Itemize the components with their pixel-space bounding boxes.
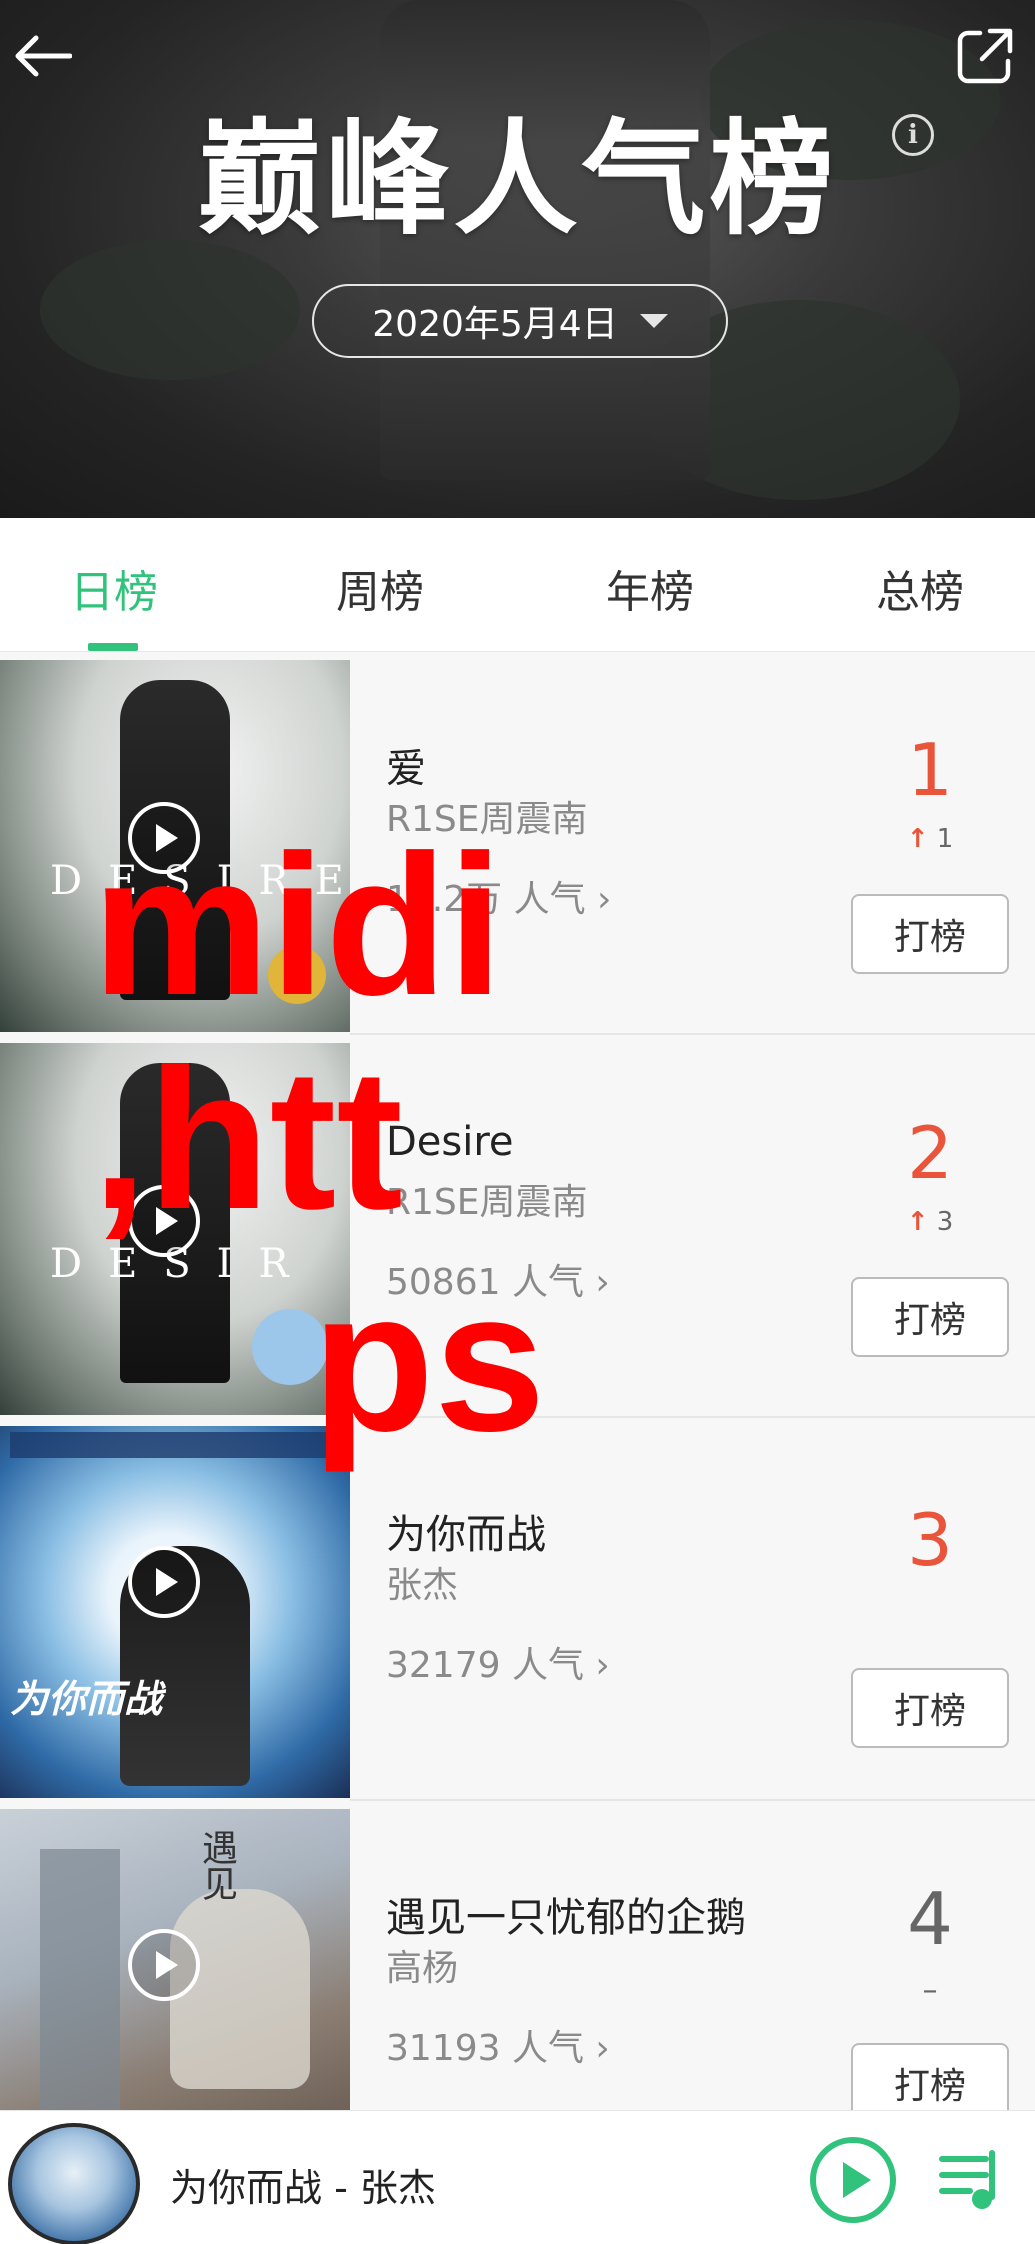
song-title: 爱 [386,746,426,792]
album-cover: DESIR [0,1043,350,1415]
popularity-link[interactable]: 31193 人气 › [386,2019,610,2071]
building-shape [40,1849,120,2149]
vote-button[interactable]: 打榜 [851,894,1009,974]
cover-text: 为你而战 [10,1677,163,1721]
playlist-icon [939,2150,995,2209]
album-cover: 为你而战 [0,1426,350,1798]
arrow-up-icon: ↑ [906,1207,929,1237]
song-artist: R1SE周震南 [386,1182,588,1223]
cover-text: 遇见 [196,1829,237,1901]
popularity-count: 31193 人气 [386,2028,584,2069]
rank-number: 3 [907,1498,953,1582]
rank-number: 4 [907,1877,953,1961]
artist-figure [170,1889,310,2089]
tab-yearly[interactable]: 年榜 [606,556,694,620]
play-icon[interactable] [128,802,200,874]
mini-player[interactable]: 为你而战 - 张杰 [0,2110,1035,2244]
tab-bar: 日榜 周榜 年榜 总榜 [0,518,1035,652]
popularity-link[interactable]: 13.2万 人气 › [386,870,611,922]
badge-icon [252,1309,328,1385]
cover-header-strip [10,1432,340,1458]
song-artist: 张杰 [386,1565,459,1606]
arrow-up-icon: ↑ [906,824,929,854]
cover-text: DESIRE [50,858,350,904]
play-icon[interactable] [128,1929,200,2001]
song-artist: R1SE周震南 [386,799,588,840]
popularity-link[interactable]: 50861 人气 › [386,1253,610,1305]
play-button[interactable] [810,2137,896,2223]
rank-number: 2 [907,1111,953,1195]
info-icon[interactable]: i [892,114,934,156]
page-title: 巅峰人气榜 [197,108,838,252]
popularity-count: 13.2万 人气 [386,879,586,920]
album-cover: DESIRE [0,660,350,1032]
now-playing-cover[interactable] [8,2123,140,2244]
rank-change-value: 1 [936,824,954,854]
foliage-decoration [40,240,300,380]
header-banner: 巅峰人气榜 i 2020年5月4日 [0,0,1035,518]
date-selector[interactable]: 2020年5月4日 [312,284,728,358]
popularity-count: 32179 人气 [386,1645,584,1686]
chevron-down-icon [639,314,668,328]
share-icon [957,28,1013,84]
song-artist: 高杨 [386,1948,459,1989]
back-arrow-icon [15,35,72,77]
list-item[interactable]: DESIRE 爱 R1SE周震南 13.2万 人气 › 1 ↑ 1 打榜 [0,652,1035,1035]
popularity-count: 50861 人气 [386,1262,584,1303]
rank-change-value: 3 [936,1207,954,1237]
badge-icon [268,946,326,1004]
tab-daily[interactable]: 日榜 [70,556,158,620]
play-icon[interactable] [128,1546,200,1618]
active-tab-indicator [88,643,138,651]
tab-overall[interactable]: 总榜 [876,556,964,620]
vote-button[interactable]: 打榜 [851,1668,1009,1748]
vote-button[interactable]: 打榜 [851,1277,1009,1357]
rank-change: ↑ 3 [850,1207,1010,1237]
tab-weekly[interactable]: 周榜 [336,556,424,620]
list-item[interactable]: DESIR Desire R1SE周震南 50861 人气 › 2 ↑ 3 打榜 [0,1035,1035,1418]
popularity-link[interactable]: 32179 人气 › [386,1636,610,1688]
song-title: 为你而战 [386,1512,546,1558]
rank-number: 1 [907,728,953,812]
song-title: 遇见一只忧郁的企鹅 [386,1895,746,1941]
now-playing-title[interactable]: 为你而战 - 张杰 [170,2157,436,2212]
rank-change: – [922,1973,938,2008]
song-title: Desire [386,1119,514,1165]
play-icon[interactable] [128,1185,200,1257]
date-label: 2020年5月4日 [372,304,618,345]
list-item[interactable]: 为你而战 为你而战 张杰 32179 人气 › 3 打榜 [0,1418,1035,1801]
playlist-button[interactable] [936,2145,1006,2215]
rank-change: ↑ 1 [850,824,1010,854]
